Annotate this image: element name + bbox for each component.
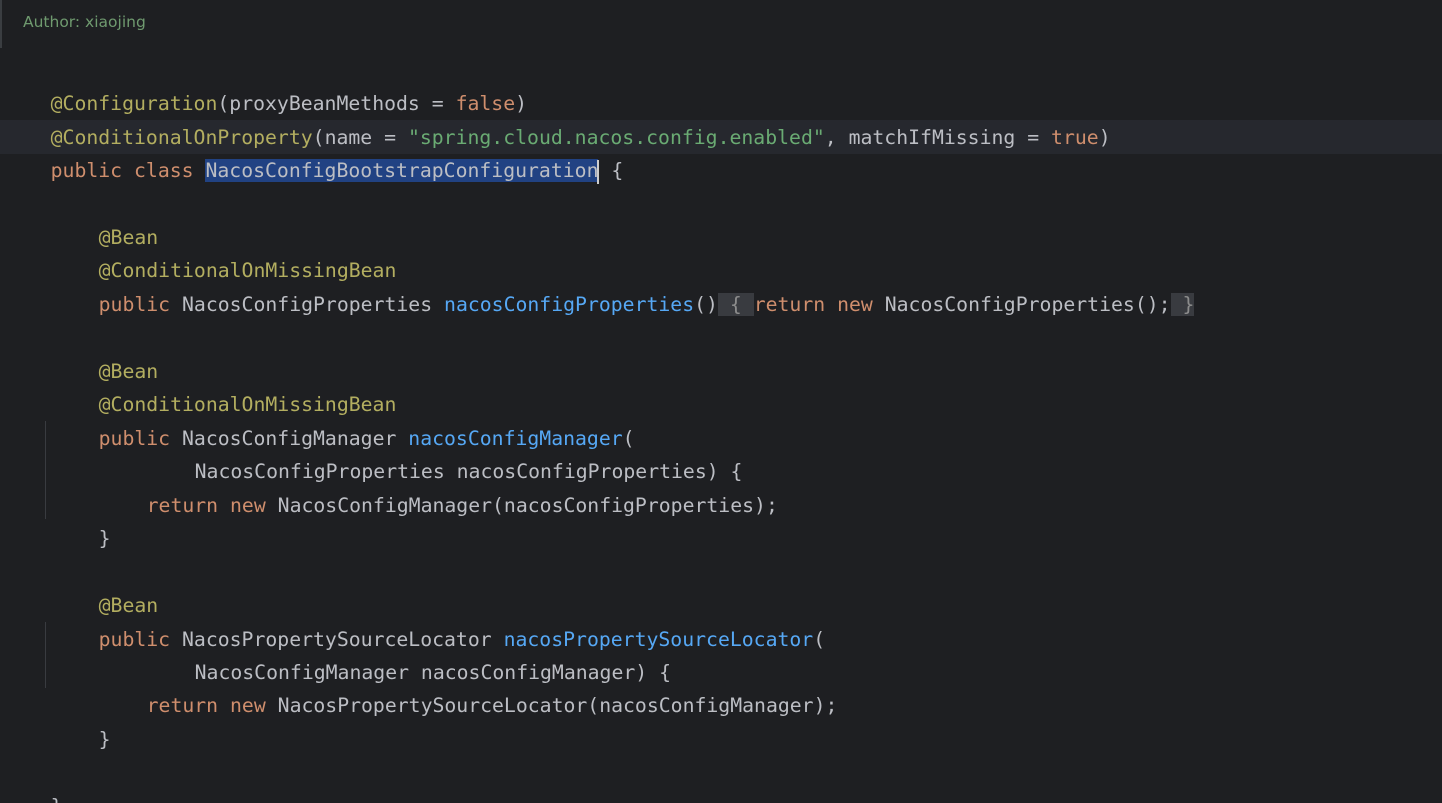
keyword: public [98,293,183,316]
code-text: NacosConfigProperties [182,293,445,316]
doc-comment-text: Author: xiaojing [23,13,146,31]
method-name: nacosConfigProperties [444,293,695,316]
code-line-18[interactable]: NacosConfigManager nacosConfigManager) { [147,623,671,684]
indent-guide [45,622,46,688]
code-text: { [599,159,624,182]
selected-class-name: NacosConfigBootstrapConfiguration [205,159,599,182]
code-line-2[interactable]: @ConditionalOnProperty(name = "spring.cl… [3,88,1111,149]
code-line-1[interactable]: @Configuration(proxyBeanMethods = false) [3,54,527,115]
code-line-12[interactable]: NacosConfigProperties nacosConfigPropert… [147,422,743,483]
code-text: () [694,293,718,316]
code-line-5[interactable]: @Bean [51,188,159,249]
closing-brace: } [51,795,63,803]
code-text: , matchIfMissing = [824,126,1052,149]
closing-brace: } [98,728,111,751]
code-text: NacosConfigManager(nacosConfigProperties… [277,494,778,517]
doc-comment: Author: xiaojing [0,0,300,48]
keyword: return new [146,694,278,717]
code-editor[interactable]: Author: xiaojing @Configuration(proxyBea… [0,0,1442,803]
folded-block-start[interactable]: { [717,293,754,316]
indent-guide [45,421,46,519]
code-line-14[interactable]: } [51,489,111,550]
keyword: true [1051,126,1099,149]
code-line-16[interactable]: @Bean [51,556,159,617]
code-line-7[interactable]: public NacosConfigProperties nacosConfig… [51,255,1195,316]
folded-block-end[interactable]: } [1170,293,1195,316]
code-line-10[interactable]: @ConditionalOnMissingBean [51,355,397,416]
keyword: return new [146,494,278,517]
code-line-20[interactable]: } [51,690,111,751]
code-line-13[interactable]: return new NacosConfigManager(nacosConfi… [99,456,778,517]
code-line-11[interactable]: public NacosConfigManager nacosConfigMan… [51,389,635,450]
code-line-9[interactable]: @Bean [51,322,159,383]
code-text: ( [813,628,826,651]
keyword: public class [50,159,206,182]
keyword: return new [753,293,885,316]
code-text: ) [1098,126,1111,149]
code-text: NacosConfigProperties(); [884,293,1171,316]
code-text: NacosPropertySourceLocator(nacosConfigMa… [277,694,838,717]
code-line-17[interactable]: public NacosPropertySourceLocator nacosP… [51,590,826,651]
code-line-22[interactable]: } [3,757,63,803]
closing-brace: } [98,527,111,550]
code-line-19[interactable]: return new NacosPropertySourceLocator(na… [99,656,838,717]
code-line-3[interactable]: public class NacosConfigBootstrapConfigu… [3,121,623,184]
code-line-6[interactable]: @ConditionalOnMissingBean [51,221,397,282]
